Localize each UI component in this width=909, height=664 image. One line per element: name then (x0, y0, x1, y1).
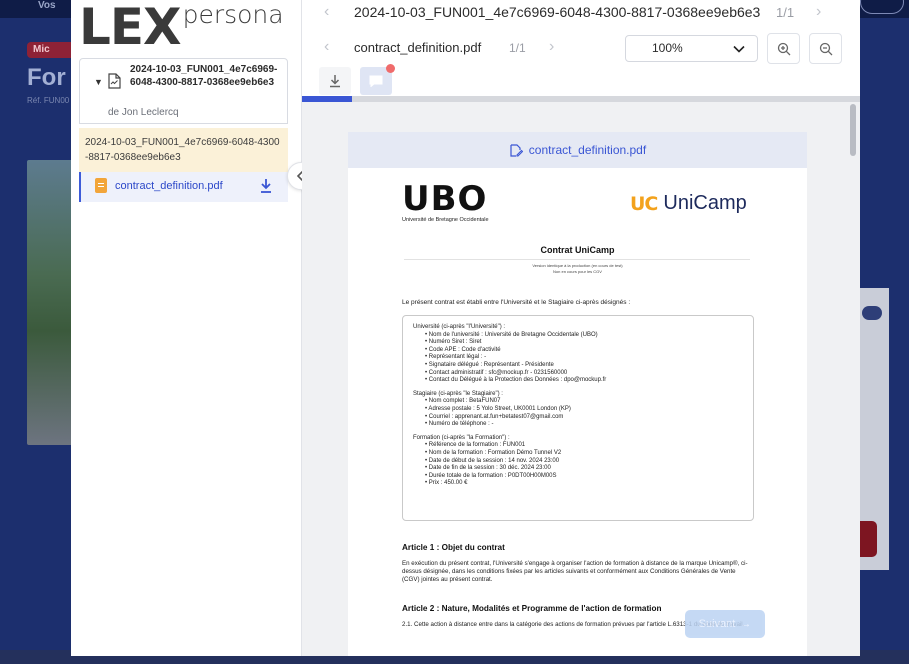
universite-item: • Nom de l'université : Université de Br… (425, 331, 598, 338)
logo-lex: LEX (79, 0, 182, 56)
background-title: For (27, 64, 66, 91)
background-search (860, 0, 904, 14)
uc-logo-mark: UC (630, 192, 658, 215)
next-button[interactable]: Suivant → (685, 610, 765, 638)
formation-item: • Référence de la formation : FUN001 (425, 442, 526, 449)
stagiaire-item: • Adresse postale : 5 Yolo Street, UK000… (425, 405, 571, 412)
tool-row (302, 64, 860, 96)
contract-title: Contrat UniCamp (540, 245, 615, 255)
universite-item: • Contact administratif : sfc@mockup.fr … (425, 369, 568, 376)
envelope-name: 2024-10-03_FUN001_4e7c6969-6048-4300-881… (130, 64, 278, 88)
background-photo (27, 160, 73, 445)
formation-item: • Durée totale de la formation : P0DT00H… (425, 472, 557, 479)
formation-item: • Nom de la formation : Formation Démo T… (425, 449, 562, 456)
stagiaire-item: • Nom complet : BetaFUN07 (425, 398, 501, 405)
title-divider (404, 259, 750, 260)
universite-item: • Numéro Siret : Siret (425, 339, 482, 346)
contract-note-line: Non en cours pour les CGV (553, 269, 602, 274)
article-2-title: Article 2 : Nature, Modalités et Program… (402, 604, 662, 613)
document-list-item[interactable]: contract_definition.pdf (79, 172, 288, 202)
document-area[interactable]: contract_definition.pdf UBO Université d… (302, 102, 860, 656)
download-document-button[interactable] (319, 67, 351, 95)
universite-item: • Représentant légal : - (425, 354, 487, 361)
stagiaire-item: • Courriel : apprenant.at.fun+betatest07… (425, 413, 564, 420)
parties-box: Université (ci-après "l'Université") : •… (402, 315, 754, 521)
document-edit-icon (510, 143, 523, 157)
arrow-right-icon: → (740, 618, 752, 630)
stagiaire-section: Stagiaire (ci-après "le Stagiaire") : • … (413, 391, 743, 429)
viewer-sidebar: LEX persona ▼ 2024-10-03_FUN001_4e7c6969… (71, 0, 302, 656)
ubo-logo: UBO Université de Bretagne Occidentale (402, 182, 489, 223)
zoom-in-icon (777, 42, 790, 55)
formation-heading: Formation (ci-après "la Formation") : (413, 434, 510, 441)
comment-icon (369, 75, 383, 87)
universite-item: • Signataire délégué : Représentant - Pr… (425, 361, 554, 368)
selected-envelope-item[interactable]: 2024-10-03_FUN001_4e7c6969-6048-4300-881… (79, 128, 288, 172)
zoom-in-button[interactable] (767, 33, 800, 64)
contract-intro: Le présent contrat est établi entre l'Un… (402, 299, 631, 306)
envelope-title: 2024-10-03_FUN001_4e7c6969-6048-4300-881… (354, 4, 761, 20)
envelope-author: de Jon Leclercq (108, 107, 179, 118)
zoom-value: 100% (652, 41, 683, 55)
universite-heading: Université (ci-après "l'Université") : (413, 324, 506, 330)
envelope-counter: 1/1 (776, 5, 795, 20)
background-right-pill (862, 306, 882, 320)
universite-item: • Code APE : Code d'activité (425, 346, 501, 353)
envelope-nav: ‹ 2024-10-03_FUN001_4e7c6969-6048-4300-8… (302, 0, 860, 27)
unicamp-logo: UC UniCamp (630, 192, 747, 215)
caret-down-icon[interactable]: ▼ (94, 77, 103, 87)
download-icon (330, 75, 340, 88)
chevron-down-icon (733, 45, 745, 53)
document-scrollbar[interactable] (850, 104, 856, 156)
article-1-title: Article 1 : Objet du contrat (402, 543, 505, 552)
viewer-toolbar: ‹ 2024-10-03_FUN001_4e7c6969-6048-4300-8… (302, 0, 860, 96)
zoom-out-button[interactable] (809, 33, 842, 64)
logo-persona: persona (182, 0, 284, 29)
universite-section: Université (ci-après "l'Université") : •… (413, 324, 743, 385)
lexpersona-logo: LEX persona (79, 0, 284, 56)
ubo-logo-mark: UBO (402, 179, 488, 219)
stagiaire-item: • Numéro de téléphone : - (425, 421, 494, 428)
download-icon[interactable] (259, 178, 273, 194)
pdf-page-header: contract_definition.pdf (348, 132, 807, 168)
pdf-page: UBO Université de Bretagne Occidentale U… (348, 168, 807, 656)
document-viewer: LEX persona ▼ 2024-10-03_FUN001_4e7c6969… (71, 0, 860, 656)
pdf-page-title: contract_definition.pdf (528, 143, 647, 157)
background-badge: Mic (27, 42, 77, 58)
notification-dot (386, 64, 395, 73)
background-ref: Réf. FUN00 (27, 96, 70, 105)
envelope-card[interactable]: ▼ 2024-10-03_FUN001_4e7c6969-6048-4300-8… (79, 58, 288, 124)
ubo-logo-subtitle: Université de Bretagne Occidentale (402, 217, 489, 223)
next-document-icon[interactable]: › (549, 38, 554, 56)
formation-item: • Date de fin de la session : 30 déc. 20… (425, 465, 551, 472)
next-button-label: Suivant (698, 618, 736, 630)
formation-item: • Date de début de la session : 14 nov. … (425, 457, 560, 464)
document-sign-icon (108, 73, 121, 89)
formation-item: • Prix : 450.00 € (425, 480, 468, 487)
background-header-text: Vos (38, 0, 56, 11)
document-nav: ‹ contract_definition.pdf 1/1 › 100% (302, 31, 860, 65)
universite-item: • Contact du Délégué à la Protection des… (425, 377, 607, 384)
article-1-text: En exécution du présent contrat, l'Unive… (402, 560, 748, 583)
background-right-button (859, 521, 877, 557)
prev-envelope-icon[interactable]: ‹ (324, 3, 329, 21)
next-envelope-icon[interactable]: › (816, 3, 821, 21)
pdf-file-icon (95, 178, 107, 193)
document-counter: 1/1 (509, 41, 526, 55)
stagiaire-heading: Stagiaire (ci-après "le Stagiaire") : (413, 390, 503, 397)
formation-section: Formation (ci-après "la Formation") : • … (413, 435, 743, 488)
unicamp-wordmark: UniCamp (663, 192, 747, 214)
prev-document-icon[interactable]: ‹ (324, 38, 329, 56)
document-name: contract_definition.pdf (115, 180, 223, 192)
contract-note: Version identique à la production (en co… (348, 263, 807, 275)
zoom-select[interactable]: 100% (625, 35, 758, 62)
document-title: contract_definition.pdf (354, 40, 482, 55)
zoom-out-icon (819, 42, 832, 55)
